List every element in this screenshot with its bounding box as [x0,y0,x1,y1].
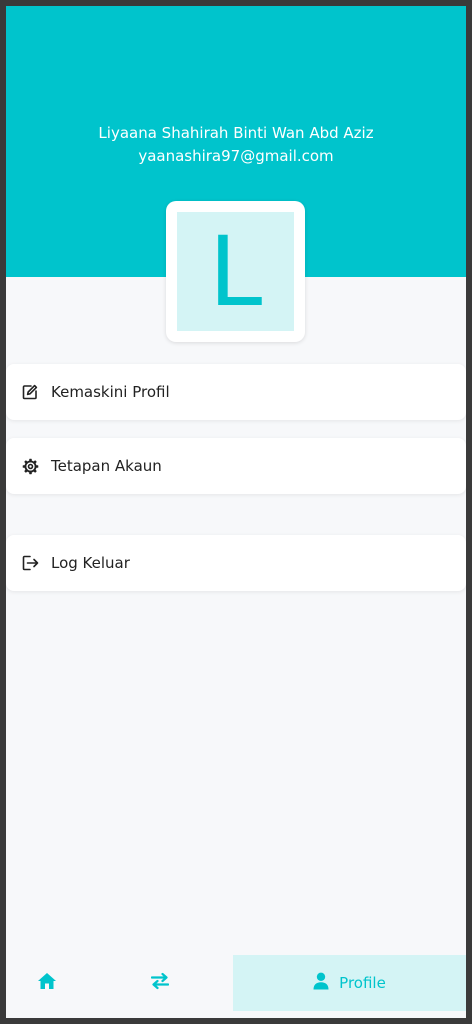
avatar: L [177,212,294,331]
avatar-frame: L [166,201,305,342]
menu-item-label: Tetapan Akaun [51,457,162,475]
user-icon [313,972,329,994]
app-screen: Liyaana Shahirah Binti Wan Abd Aziz yaan… [6,6,466,1018]
bottom-navigation: Profile [6,955,466,1011]
gear-icon [21,457,39,475]
menu-item-tetapan-akaun[interactable]: Tetapan Akaun [6,438,466,494]
nav-profile[interactable]: Profile [233,955,466,1011]
menu-item-log-keluar[interactable]: Log Keluar [6,535,466,591]
logout-icon [21,554,39,572]
nav-profile-label: Profile [339,974,386,992]
user-name: Liyaana Shahirah Binti Wan Abd Aziz [98,124,374,142]
user-email: yaanashira97@gmail.com [138,147,334,165]
transfer-icon [150,972,170,994]
menu-item-label: Kemaskini Profil [51,383,170,401]
nav-home[interactable] [6,955,88,1011]
home-icon [37,972,57,994]
menu-item-kemaskini-profil[interactable]: Kemaskini Profil [6,364,466,420]
menu-item-label: Log Keluar [51,554,130,572]
nav-transfer[interactable] [119,955,201,1011]
edit-icon [21,383,39,401]
